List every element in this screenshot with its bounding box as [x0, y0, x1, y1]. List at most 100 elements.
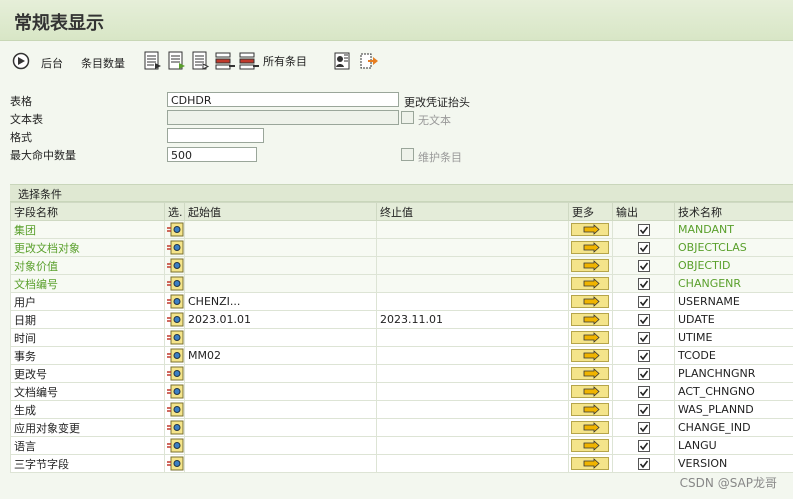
from-value-input[interactable] — [184, 454, 377, 473]
from-value-input[interactable] — [184, 436, 377, 455]
multiple-selection-button[interactable] — [571, 295, 609, 309]
format-input[interactable] — [167, 128, 264, 143]
max-hits-input[interactable]: 500 — [167, 147, 257, 162]
to-value-input[interactable] — [376, 274, 569, 293]
select-options-cell[interactable] — [164, 364, 185, 383]
execute-button[interactable] — [12, 52, 30, 70]
background-button[interactable]: 后台 — [41, 55, 63, 71]
multiple-selection-button[interactable] — [571, 313, 609, 327]
to-value-input[interactable] — [376, 436, 569, 455]
multiple-selection-button[interactable] — [571, 223, 609, 237]
multiple-selection-button[interactable] — [571, 421, 609, 435]
no-text-checkbox[interactable] — [401, 111, 414, 124]
multiple-selection-button[interactable] — [571, 403, 609, 417]
from-value-input[interactable] — [184, 274, 377, 293]
output-checkbox[interactable] — [637, 314, 650, 326]
output-checkbox[interactable] — [637, 458, 650, 470]
multiple-selection-button[interactable] — [571, 349, 609, 363]
all-entries-button[interactable]: 所有条目 — [239, 51, 307, 71]
select-options-cell[interactable] — [164, 400, 185, 419]
multiple-selection-button[interactable] — [571, 385, 609, 399]
select-options-icon[interactable] — [166, 312, 184, 327]
select-options-icon[interactable] — [166, 348, 184, 363]
to-value-input[interactable] — [376, 328, 569, 347]
to-value-input[interactable] — [376, 292, 569, 311]
select-options-cell[interactable] — [164, 292, 185, 311]
field-list-button[interactable] — [191, 51, 211, 71]
output-checkbox[interactable] — [637, 368, 650, 380]
select-options-icon[interactable] — [166, 456, 184, 471]
multiple-selection-button[interactable] — [571, 277, 609, 291]
table-contents-button[interactable] — [143, 51, 163, 71]
select-options-icon[interactable] — [166, 222, 184, 237]
output-checkbox[interactable] — [637, 404, 650, 416]
output-checkbox[interactable] — [637, 386, 650, 398]
output-checkbox[interactable] — [637, 422, 650, 434]
to-value-input[interactable]: 2023.11.01 — [376, 310, 569, 329]
from-value-input[interactable] — [184, 400, 377, 419]
select-options-cell[interactable] — [164, 454, 185, 473]
output-checkbox[interactable] — [637, 332, 650, 344]
select-options-cell[interactable] — [164, 418, 185, 437]
entry-count-button[interactable]: 条目数量 — [81, 55, 125, 71]
select-options-cell[interactable] — [164, 328, 185, 347]
delete-row-button[interactable] — [215, 51, 235, 71]
from-value-input[interactable] — [184, 328, 377, 347]
select-options-icon[interactable] — [166, 330, 184, 345]
select-options-cell[interactable] — [164, 238, 185, 257]
multiple-selection-button[interactable] — [571, 367, 609, 381]
output-checkbox[interactable] — [637, 440, 650, 452]
select-options-icon[interactable] — [166, 258, 184, 273]
multiple-selection-button[interactable] — [571, 331, 609, 345]
select-options-icon[interactable] — [166, 420, 184, 435]
output-checkbox[interactable] — [637, 296, 650, 308]
maintain-entries-checkbox[interactable] — [401, 148, 414, 161]
select-options-cell[interactable] — [164, 436, 185, 455]
from-value-input[interactable]: 2023.01.01 — [184, 310, 377, 329]
from-value-input[interactable] — [184, 364, 377, 383]
output-checkbox[interactable] — [637, 224, 650, 236]
export-button[interactable] — [359, 51, 379, 71]
text-table-input[interactable] — [167, 110, 399, 125]
to-value-input[interactable] — [376, 364, 569, 383]
from-value-input[interactable] — [184, 256, 377, 275]
from-value-input[interactable]: MM02 — [184, 346, 377, 365]
to-value-input[interactable] — [376, 346, 569, 365]
to-value-input[interactable] — [376, 454, 569, 473]
select-options-icon[interactable] — [166, 276, 184, 291]
to-value-input[interactable] — [376, 220, 569, 239]
from-value-input[interactable] — [184, 220, 377, 239]
settings-button[interactable] — [332, 51, 352, 71]
from-value-input[interactable]: CHENZI... — [184, 292, 377, 311]
to-value-input[interactable] — [376, 400, 569, 419]
multiple-selection-button[interactable] — [571, 241, 609, 255]
check-table-button[interactable] — [167, 51, 187, 71]
to-value-input[interactable] — [376, 418, 569, 437]
select-options-cell[interactable] — [164, 274, 185, 293]
select-options-icon[interactable] — [166, 366, 184, 381]
output-checkbox[interactable] — [637, 260, 650, 272]
multiple-selection-button[interactable] — [571, 259, 609, 273]
output-checkbox[interactable] — [637, 242, 650, 254]
select-options-cell[interactable] — [164, 256, 185, 275]
to-value-input[interactable] — [376, 256, 569, 275]
select-options-icon[interactable] — [166, 384, 184, 399]
select-options-cell[interactable] — [164, 220, 185, 239]
to-value-input[interactable] — [376, 238, 569, 257]
to-value-input[interactable] — [376, 382, 569, 401]
multiple-selection-button[interactable] — [571, 439, 609, 453]
from-value-input[interactable] — [184, 382, 377, 401]
select-options-icon[interactable] — [166, 402, 184, 417]
select-options-icon[interactable] — [166, 294, 184, 309]
from-value-input[interactable] — [184, 418, 377, 437]
select-options-icon[interactable] — [166, 438, 184, 453]
output-checkbox[interactable] — [637, 278, 650, 290]
table-name-input[interactable]: CDHDR — [167, 92, 399, 107]
select-options-cell[interactable] — [164, 346, 185, 365]
output-checkbox[interactable] — [637, 350, 650, 362]
from-value-input[interactable] — [184, 238, 377, 257]
select-options-cell[interactable] — [164, 310, 185, 329]
select-options-cell[interactable] — [164, 382, 185, 401]
multiple-selection-button[interactable] — [571, 457, 609, 471]
select-options-icon[interactable] — [166, 240, 184, 255]
